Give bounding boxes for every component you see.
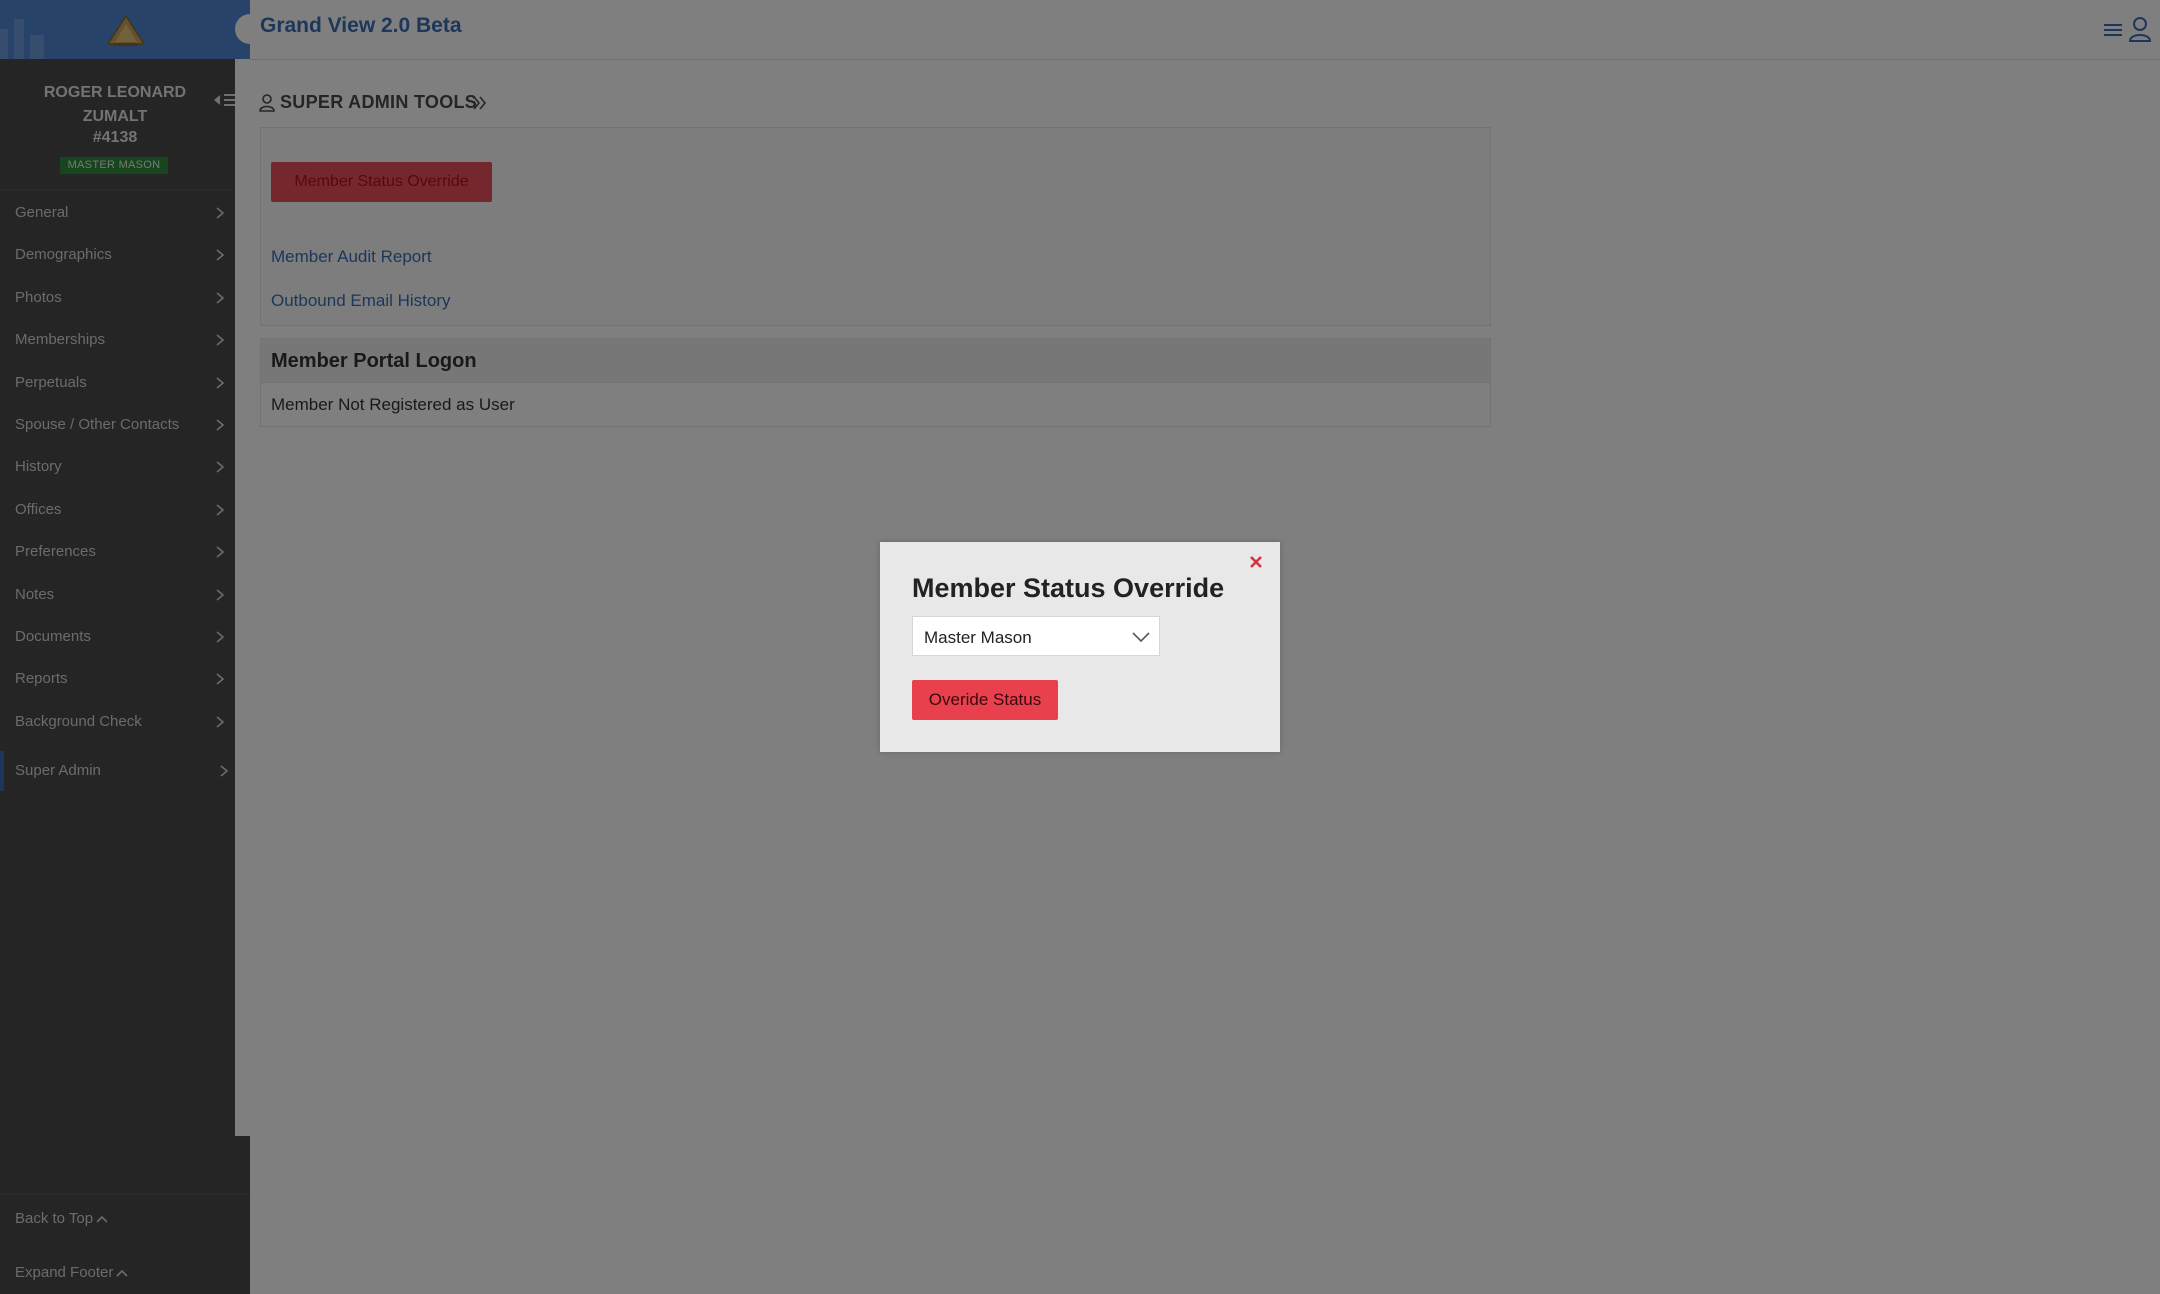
selected-status: Master Mason xyxy=(924,628,1032,647)
close-icon[interactable] xyxy=(1248,554,1264,570)
member-status-select[interactable]: Master Mason xyxy=(912,616,1160,656)
status-override-modal: Member Status Override Master Mason Over… xyxy=(880,542,1280,752)
override-status-button[interactable]: Overide Status xyxy=(912,680,1058,720)
modal-title: Member Status Override xyxy=(912,573,1225,603)
chevron-down-icon xyxy=(1132,632,1150,643)
